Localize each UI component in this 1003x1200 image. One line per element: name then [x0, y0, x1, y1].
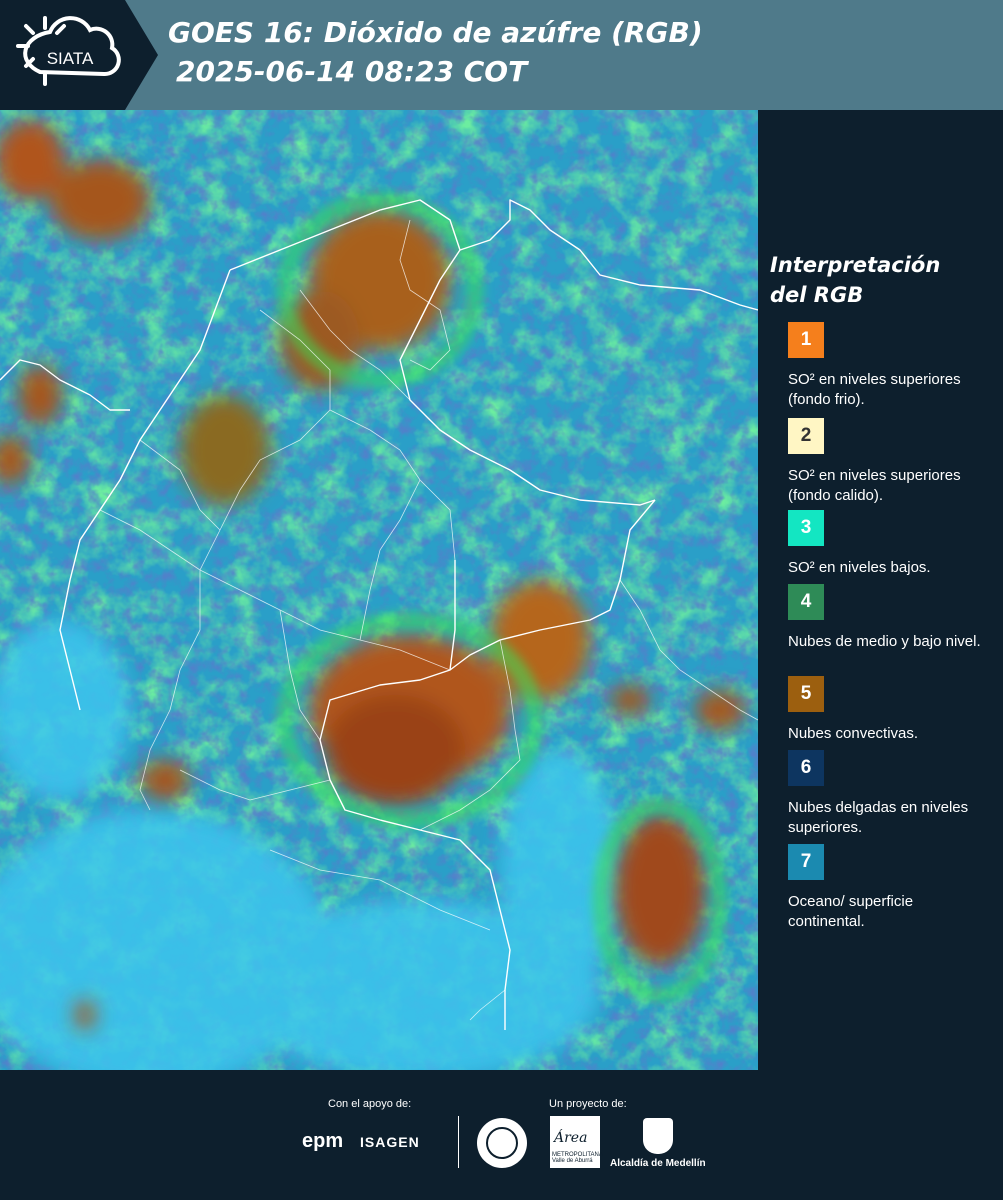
legend-label: Oceano/ superficie continental.: [788, 893, 914, 930]
satellite-image: [0, 110, 758, 1070]
legend-item-6: 6 Nubes delgadas en niveles superiores.: [788, 750, 988, 836]
page-title: GOES 16: Dióxido de azúfre (RGB): [168, 16, 703, 49]
legend-swatch-6: 6: [788, 750, 824, 786]
footer-divider: [458, 1116, 459, 1168]
medellin-seal-icon: [477, 1118, 527, 1168]
project-label: Un proyecto de:: [549, 1098, 627, 1110]
legend-title: Interpretación del RGB: [770, 253, 941, 307]
header-bar: SIATA GOES 16: Dióxido de azúfre (RGB) 2…: [0, 0, 1003, 110]
legend-swatch-7: 7: [788, 844, 824, 880]
legend-label: Nubes delgadas en niveles superiores.: [788, 799, 969, 836]
legend-number: 3: [800, 517, 812, 538]
legend-swatch-5: 5: [788, 676, 824, 712]
satellite-map-svg: [0, 110, 758, 1070]
legend-item-7: 7 Oceano/ superficie continental.: [788, 844, 988, 930]
amva-logo-subtext: METROPOLITANA Valle de Aburrá: [552, 1152, 603, 1164]
siata-logo: SIATA: [0, 0, 158, 110]
legend-number: 4: [800, 591, 812, 612]
legend-label: SO² en niveles superiores (fondo calido)…: [788, 467, 961, 504]
legend-number: 7: [800, 851, 812, 872]
legend-swatch-1: 1: [788, 322, 824, 358]
legend-swatch-2: 2: [788, 418, 824, 454]
legend-label: SO² en niveles superiores (fondo frio).: [788, 371, 961, 408]
footer: Con el apoyo de: Un proyecto de: epm ISA…: [0, 1070, 1003, 1200]
legend-swatch-4: 4: [788, 584, 824, 620]
legend-label: Nubes de medio y bajo nivel.: [788, 633, 981, 650]
epm-logo: epm: [302, 1130, 344, 1152]
legend-number: 1: [800, 329, 812, 350]
legend-number: 2: [800, 425, 812, 446]
area-metropolitana-logo: Área METROPOLITANA Valle de Aburrá: [550, 1116, 603, 1168]
support-label: Con el apoyo de:: [328, 1098, 412, 1110]
legend-swatch-3: 3: [788, 510, 824, 546]
alcaldia-shield-icon: [643, 1118, 673, 1154]
legend-number: 5: [800, 683, 812, 704]
isagen-logo: ISAGEN: [360, 1134, 420, 1150]
timestamp: 2025-06-14 08:23 COT: [176, 55, 528, 88]
legend-number: 6: [800, 757, 812, 778]
siata-logo-text: SIATA: [47, 49, 94, 68]
legend: Interpretación del RGB 1 SO² en niveles …: [770, 250, 995, 930]
alcaldia-logo-text: Alcaldía de Medellín: [610, 1158, 706, 1169]
legend-item-4: 4 Nubes de medio y bajo nivel.: [788, 584, 988, 670]
amva-logo-text: Área: [554, 1130, 588, 1146]
legend-item-2: 2 SO² en niveles superiores (fondo calid…: [788, 418, 988, 504]
legend-item-1: 1 SO² en niveles superiores (fondo frio)…: [788, 322, 988, 408]
